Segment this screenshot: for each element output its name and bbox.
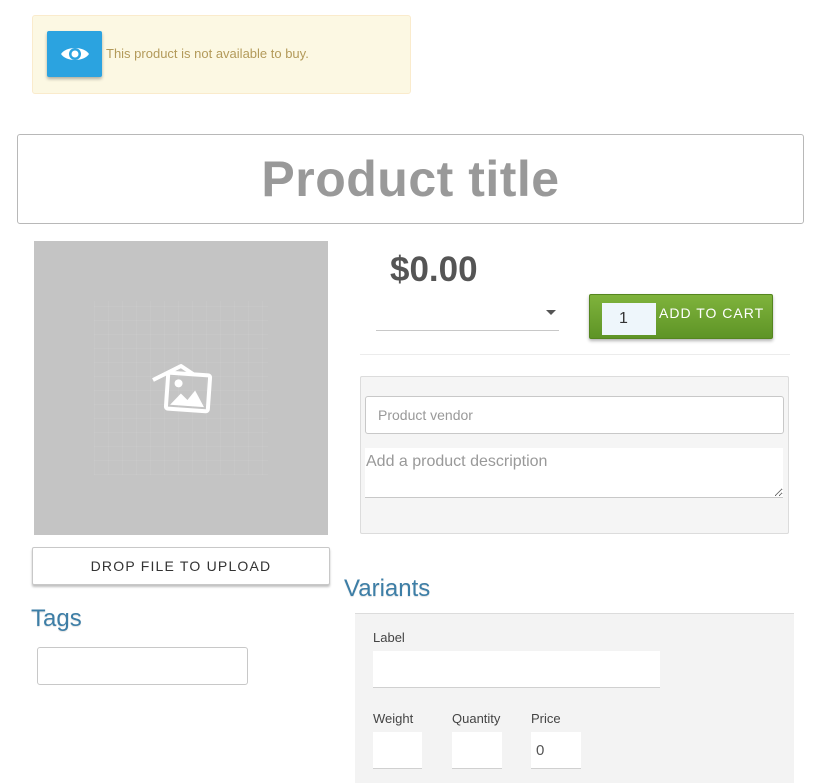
variant-quantity-input[interactable] xyxy=(452,732,502,769)
product-vendor-input[interactable] xyxy=(365,396,784,434)
variant-price-label: Price xyxy=(531,711,561,726)
product-image-dropzone[interactable] xyxy=(34,241,328,535)
variant-label-input[interactable] xyxy=(373,651,660,688)
variant-price-input[interactable] xyxy=(531,732,581,769)
alert-message: This product is not available to buy. xyxy=(106,46,309,61)
cart-quantity-input[interactable] xyxy=(602,303,656,335)
product-description-textarea[interactable] xyxy=(365,448,783,498)
divider xyxy=(360,354,790,355)
add-to-cart-label[interactable]: ADD TO CART xyxy=(659,305,764,321)
variant-weight-input[interactable] xyxy=(373,732,422,769)
product-title[interactable]: Product title xyxy=(261,150,559,208)
variant-quantity-label: Quantity xyxy=(452,711,501,726)
tags-heading: Tags xyxy=(31,605,82,632)
drop-file-upload-button[interactable]: DROP FILE TO UPLOAD xyxy=(32,547,330,585)
variant-label-label: Label xyxy=(373,630,405,645)
variants-heading: Variants xyxy=(344,575,431,602)
eye-icon xyxy=(60,48,89,60)
caret-down-icon xyxy=(546,310,556,315)
product-title-field[interactable]: Product title xyxy=(17,134,804,224)
image-placeholder-icon xyxy=(152,364,213,414)
product-price: $0.00 xyxy=(390,250,478,289)
visibility-toggle-button[interactable] xyxy=(47,31,102,77)
variant-weight-label: Weight xyxy=(373,711,414,726)
variant-select[interactable] xyxy=(376,298,559,331)
tags-input[interactable] xyxy=(37,647,248,685)
